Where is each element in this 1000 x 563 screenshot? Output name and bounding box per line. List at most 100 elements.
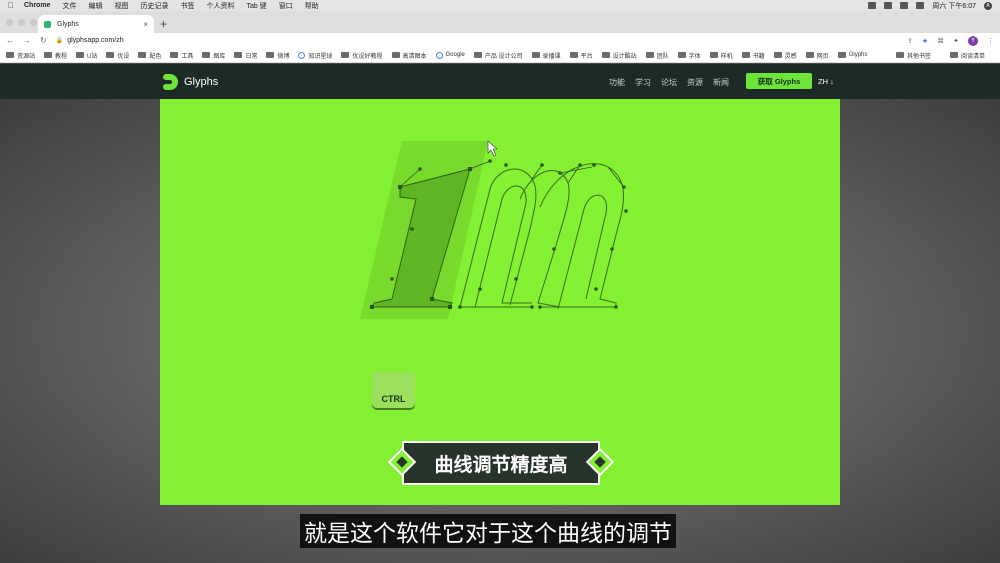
menu-view[interactable]: 视图 <box>114 1 128 11</box>
other-bookmarks[interactable]: 其他书签 <box>895 51 931 60</box>
browser-toolbar: ← → ↻ 🔒 glyphsapp.com/zh ⇪ ★ ⌘ ✦ Y ⋮ <box>0 33 1000 48</box>
user-avatar[interactable]: A <box>984 1 992 10</box>
zoom-window-button[interactable] <box>30 19 37 26</box>
nav-forum[interactable]: 论坛 <box>661 77 677 88</box>
battery-icon[interactable] <box>900 2 909 9</box>
menu-app[interactable]: Chrome <box>24 2 50 9</box>
bookmark-item[interactable]: Glyphs <box>837 52 867 58</box>
menu-help[interactable]: 帮助 <box>305 1 319 11</box>
bookmark-item[interactable]: 资源站 <box>6 51 35 60</box>
bookmark-item[interactable]: 知识星球 <box>298 51 332 60</box>
window-controls <box>6 19 37 26</box>
bookmark-item[interactable]: 微博 <box>266 51 289 60</box>
folder-icon <box>569 52 578 58</box>
bookmark-star-icon[interactable]: ★ <box>922 37 928 45</box>
bookmark-item[interactable]: 网页 <box>805 51 829 60</box>
folder-icon <box>106 52 115 58</box>
nav-learn[interactable]: 学习 <box>635 77 651 88</box>
folder-icon <box>837 52 846 58</box>
back-icon[interactable]: ← <box>6 36 14 45</box>
folder-icon <box>341 52 350 58</box>
nav-features[interactable]: 功能 <box>609 77 625 88</box>
hero-animation: CTRL 曲线调节精度高 <box>160 99 840 505</box>
bookmark-item[interactable]: 工具 <box>170 51 193 60</box>
bookmark-item[interactable]: 录播课 <box>531 51 561 60</box>
address-bar[interactable]: glyphsapp.com/zh <box>67 37 123 44</box>
apple-icon[interactable]:  <box>8 1 14 10</box>
menu-file[interactable]: 文件 <box>62 1 76 11</box>
tab-strip: Glyphs × + <box>0 11 1000 33</box>
bookmark-item[interactable]: 样机 <box>709 51 733 60</box>
folder-icon <box>741 52 750 58</box>
bookmark-item[interactable]: U站 <box>76 51 97 60</box>
translate-icon[interactable]: ⌘ <box>937 37 944 45</box>
menubar-clock[interactable]: 周六 下午6:07 <box>932 1 976 11</box>
language-selector[interactable]: ZH ↓ <box>818 77 834 86</box>
close-tab-icon[interactable]: × <box>143 20 148 29</box>
bookmark-item[interactable]: 图库 <box>202 51 225 60</box>
profile-avatar[interactable]: Y <box>968 35 978 46</box>
folder-icon <box>202 52 211 58</box>
banner-text: 曲线调节精度高 <box>434 453 568 476</box>
folder-icon <box>6 52 14 58</box>
bookmark-item[interactable]: 产品 设计公司 <box>473 51 523 60</box>
menu-history[interactable]: 历史记录 <box>140 1 168 11</box>
google-icon <box>435 51 443 59</box>
menubar-status: 周六 下午6:07 A <box>868 1 992 11</box>
status-icon[interactable] <box>868 2 877 9</box>
minimize-window-button[interactable] <box>18 19 25 26</box>
nav-resources[interactable]: 资源 <box>687 77 703 88</box>
bookmark-item[interactable]: 平台 <box>569 51 593 60</box>
share-icon[interactable]: ⇪ <box>907 37 913 45</box>
nav-news[interactable]: 新闻 <box>713 77 729 88</box>
reload-icon[interactable]: ↻ <box>40 36 47 45</box>
bookmark-item[interactable]: 团队 <box>645 51 669 60</box>
menu-profile[interactable]: 个人资料 <box>206 1 234 11</box>
bookmark-item[interactable]: Google <box>435 51 465 59</box>
folder-icon <box>895 52 904 58</box>
bookmark-item[interactable]: 设计酷站 <box>601 51 637 60</box>
bookmark-item[interactable]: 高清图本 <box>391 51 427 60</box>
menu-tab[interactable]: Tab 键 <box>246 1 266 11</box>
folder-icon <box>234 52 243 58</box>
logo-text: Glyphs <box>184 76 219 88</box>
reading-list[interactable]: 阅读清单 <box>949 51 985 60</box>
new-tab-button[interactable]: + <box>160 17 167 31</box>
folder-icon <box>170 52 179 58</box>
bookmark-item[interactable]: 灵感 <box>773 51 797 60</box>
folder-icon <box>138 52 147 58</box>
menu-window[interactable]: 窗口 <box>279 1 293 11</box>
bookmark-item[interactable]: 书籍 <box>741 51 765 60</box>
bookmark-item[interactable]: 配色 <box>138 51 161 60</box>
forward-icon[interactable]: → <box>23 36 31 45</box>
mac-menubar:  Chrome 文件 编辑 视图 历史记录 书签 个人资料 Tab 键 窗口 … <box>0 0 1000 11</box>
menu-edit[interactable]: 编辑 <box>88 1 102 11</box>
ctrl-key: CTRL <box>372 372 415 408</box>
menu-bookmarks[interactable]: 书签 <box>180 1 194 11</box>
site-logo[interactable]: Glyphs <box>160 72 218 92</box>
folder-icon <box>391 52 400 58</box>
lock-icon[interactable]: 🔒 <box>56 37 63 44</box>
folder-icon <box>44 52 53 58</box>
folder-icon <box>531 52 540 58</box>
favicon-icon <box>44 20 51 28</box>
extensions-icon[interactable]: ✦ <box>953 37 959 45</box>
wifi-icon[interactable] <box>916 2 925 9</box>
close-window-button[interactable] <box>6 19 13 26</box>
bookmark-item[interactable]: 日常 <box>234 51 257 60</box>
site-header: Glyphs 功能 学习 论坛 资源 新闻 获取 Glyphs ZH ↓ <box>0 64 1000 99</box>
more-menu-icon[interactable]: ⋮ <box>987 37 994 45</box>
page-stage: CTRL 曲线调节精度高 就是这个软件它对于这个曲线的调节 <box>0 99 1000 563</box>
status-icon[interactable] <box>884 2 893 9</box>
get-glyphs-button[interactable]: 获取 Glyphs <box>746 73 812 89</box>
browser-tab[interactable]: Glyphs × <box>38 15 154 33</box>
bookmark-item[interactable]: 优设 <box>106 51 129 60</box>
bookmark-item[interactable]: 教程 <box>44 51 67 60</box>
bookmark-item[interactable]: 字体 <box>677 51 701 60</box>
weibo-icon <box>266 52 275 58</box>
tab-title: Glyphs <box>57 20 79 28</box>
folder-icon <box>601 52 610 58</box>
bookmark-item[interactable]: 优设好教程 <box>341 51 383 60</box>
folder-icon <box>805 52 814 58</box>
folder-icon <box>645 52 654 58</box>
